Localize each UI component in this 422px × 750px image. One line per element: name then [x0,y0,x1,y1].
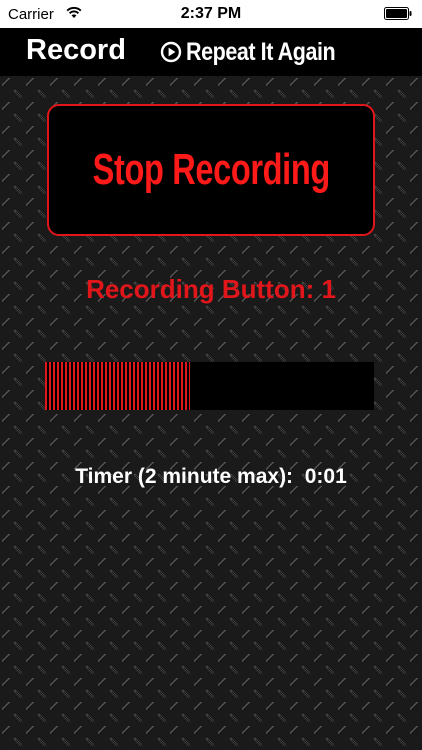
play-circle-icon [160,41,182,63]
battery-icon [384,7,412,20]
stop-recording-label: Stop Recording [92,145,330,194]
recording-button-label: Recording Button: 1 [86,274,336,304]
timer-row: Timer (2 minute max): 0:01 [0,465,422,489]
status-bar: Carrier 2:37 PM [0,0,422,28]
recording-progress-fill [45,362,190,410]
status-time: 2:37 PM [180,5,242,22]
nav-bar: Record Repeat It Again [0,28,422,76]
recording-progress-bar [45,362,374,410]
screen: Carrier 2:37 PM Record Repeat It Again S… [0,0,422,750]
nav-title: Record [26,34,126,66]
brand-text: Repeat It Again [186,37,336,66]
brand-logo: Repeat It Again [160,37,360,67]
timer-value: 0:01 [304,465,347,488]
stop-recording-button[interactable]: Stop Recording [47,104,375,236]
timer-label: Timer (2 minute max): [75,465,294,488]
